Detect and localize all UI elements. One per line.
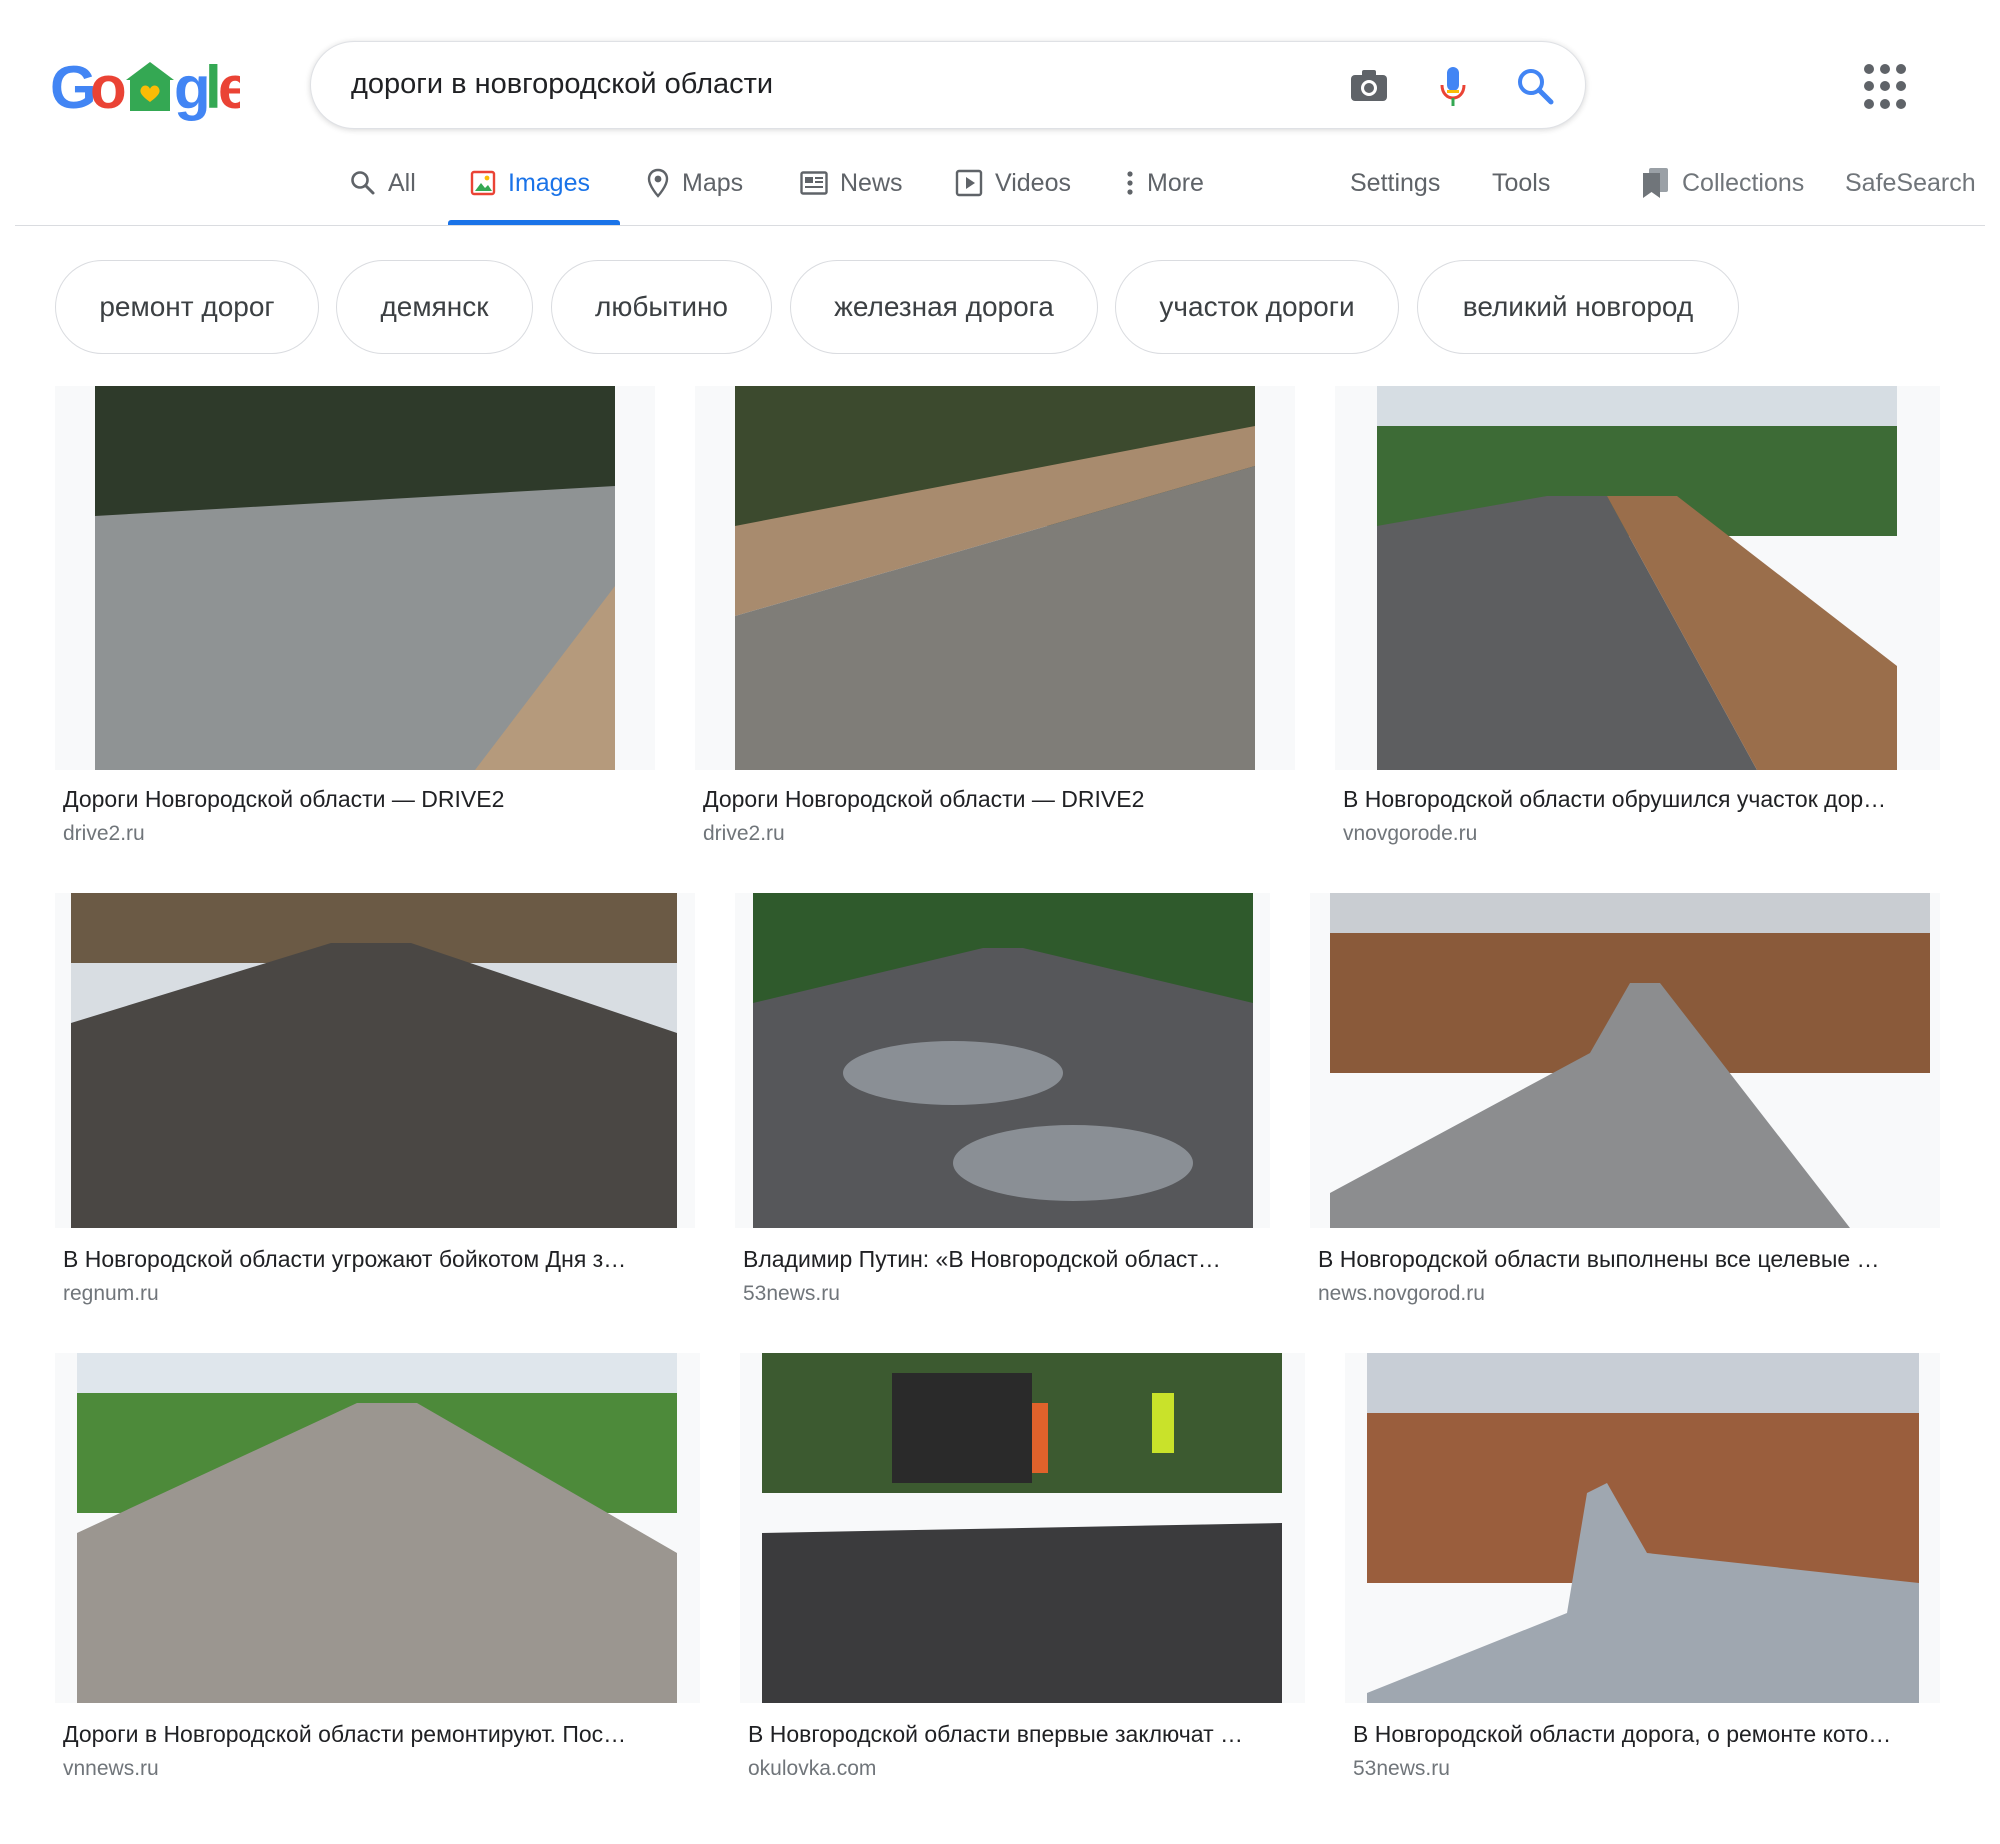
image-result[interactable]: Дороги в Новгородской области ремонтирую…	[55, 1353, 700, 1794]
search-box[interactable]: дороги в новгородской области	[310, 41, 1586, 129]
road-photo	[77, 1353, 677, 1703]
road-photo	[735, 386, 1255, 770]
image-result[interactable]: В Новгородской области впервые заключат …	[740, 1353, 1305, 1794]
image-result[interactable]: В Новгородской области угрожают бойкотом…	[55, 893, 695, 1319]
tab-label: Images	[508, 168, 590, 197]
tab-maps[interactable]: Maps	[646, 158, 743, 208]
header-divider	[15, 225, 1985, 226]
chip-zheleznaya-doroga[interactable]: железная дорога	[790, 260, 1098, 354]
apps-grid-icon[interactable]	[1864, 64, 1910, 110]
image-thumbnail-frame	[55, 386, 655, 770]
tools-link[interactable]: Tools	[1492, 158, 1550, 208]
road-photo	[1367, 1353, 1919, 1703]
image-result[interactable]: Дороги Новгородской области — DRIVE2 dri…	[695, 386, 1295, 856]
result-source: drive2.ru	[63, 822, 145, 845]
safesearch-link[interactable]: SafeSearch	[1845, 158, 1976, 208]
result-source: drive2.ru	[703, 822, 785, 845]
map-pin-icon	[646, 168, 670, 198]
bookmark-icon	[1640, 167, 1670, 199]
settings-link[interactable]: Settings	[1350, 158, 1440, 208]
result-source: vnovgorode.ru	[1343, 822, 1478, 845]
tab-videos[interactable]: Videos	[955, 158, 1071, 208]
result-source: regnum.ru	[63, 1282, 159, 1305]
image-result[interactable]: В Новгородской области выполнены все цел…	[1310, 893, 1940, 1319]
tab-label: News	[840, 168, 903, 197]
chip-velikiy-novgorod[interactable]: великий новгород	[1417, 260, 1739, 354]
svg-text:e: e	[218, 54, 240, 121]
result-source: 53news.ru	[743, 1282, 840, 1305]
microphone-icon[interactable]	[1431, 64, 1475, 108]
image-thumbnail-frame	[55, 893, 695, 1228]
camera-icon[interactable]	[1347, 64, 1391, 108]
road-photo	[762, 1353, 1282, 1703]
road-photo	[753, 893, 1253, 1228]
chip-remont-dorog[interactable]: ремонт дорог	[55, 260, 319, 354]
tab-images[interactable]: Images	[470, 158, 590, 208]
image-result[interactable]: Дороги Новгородской области — DRIVE2 dri…	[55, 386, 655, 856]
image-thumbnail-frame	[55, 1353, 700, 1703]
result-source: okulovka.com	[748, 1757, 877, 1780]
news-icon	[800, 171, 828, 195]
chip-lyubytino[interactable]: любытино	[551, 260, 772, 354]
road-photo	[1377, 386, 1897, 770]
google-logo[interactable]: G o g l e	[50, 52, 240, 124]
result-source: 53news.ru	[1353, 1757, 1450, 1780]
image-thumbnail-frame	[735, 893, 1270, 1228]
search-input[interactable]: дороги в новгородской области	[351, 68, 773, 101]
road-photo	[1330, 893, 1930, 1228]
result-caption: В Новгородской области выполнены все цел…	[1318, 1246, 1880, 1272]
more-vertical-icon	[1125, 170, 1135, 196]
collections-link[interactable]: Collections	[1640, 158, 1804, 208]
collections-label: Collections	[1682, 168, 1805, 197]
image-thumbnail-frame	[1310, 893, 1940, 1228]
tab-more[interactable]: More	[1125, 158, 1204, 208]
image-result[interactable]: Владимир Путин: «В Новгородской област… …	[735, 893, 1270, 1319]
result-caption: Дороги Новгородской области — DRIVE2	[63, 786, 505, 812]
image-thumbnail-frame	[1345, 1353, 1940, 1703]
road-photo	[95, 386, 615, 770]
image-result[interactable]: В Новгородской области обрушился участок…	[1335, 386, 1940, 856]
chip-uchastok-dorogi[interactable]: участок дороги	[1115, 260, 1399, 354]
tab-label: Maps	[682, 168, 744, 197]
svg-text:o: o	[90, 54, 127, 121]
result-caption: В Новгородской области угрожают бойкотом…	[63, 1246, 627, 1272]
image-thumbnail-frame	[695, 386, 1295, 770]
result-source: vnnews.ru	[63, 1757, 159, 1780]
result-caption: Владимир Путин: «В Новгородской област…	[743, 1246, 1221, 1272]
road-photo	[71, 893, 677, 1228]
image-thumbnail-frame	[1335, 386, 1940, 770]
result-caption: В Новгородской области впервые заключат …	[748, 1721, 1243, 1747]
image-thumbnail-frame	[740, 1353, 1305, 1703]
image-result[interactable]: В Новгородской области дорога, о ремонте…	[1345, 1353, 1940, 1794]
result-caption: Дороги в Новгородской области ремонтирую…	[63, 1721, 627, 1747]
result-caption: Дороги Новгородской области — DRIVE2	[703, 786, 1145, 812]
result-caption: В Новгородской области дорога, о ремонте…	[1353, 1721, 1892, 1747]
result-source: news.novgorod.ru	[1318, 1282, 1485, 1305]
chip-demyansk[interactable]: демянск	[336, 260, 533, 354]
tab-label: Videos	[995, 168, 1071, 197]
tab-label: All	[388, 168, 416, 197]
search-icon[interactable]	[1513, 64, 1557, 108]
result-caption: В Новгородской области обрушился участок…	[1343, 786, 1887, 812]
tab-news[interactable]: News	[800, 158, 903, 208]
image-icon	[470, 170, 496, 196]
search-icon	[350, 170, 376, 196]
tab-all[interactable]: All	[350, 158, 416, 208]
video-play-icon	[955, 169, 983, 197]
tab-label: More	[1147, 168, 1204, 197]
